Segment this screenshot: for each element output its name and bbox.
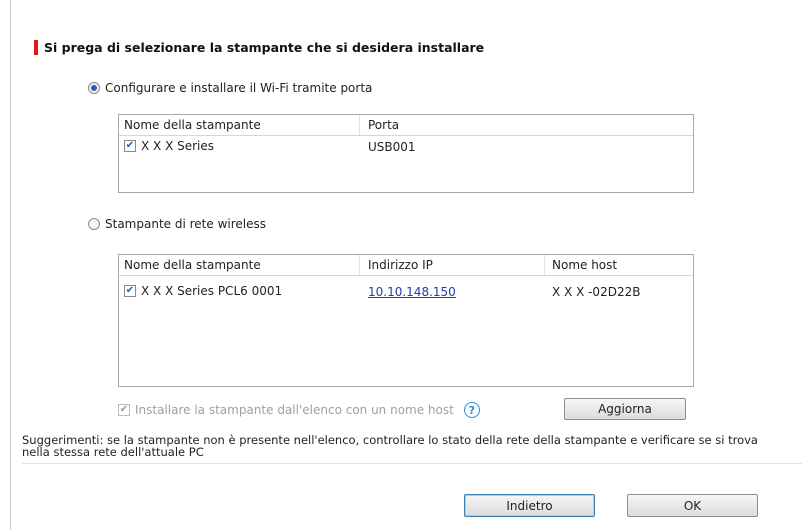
usb-printer-list[interactable]: Nome della stampante Porta ✔ X X X Serie… xyxy=(118,114,694,193)
wireless-row-name-cell: ✔ X X X Series PCL6 0001 xyxy=(124,284,282,298)
table-row[interactable]: ✔ X X X Series PCL6 0001 10.10.148.150 X… xyxy=(119,282,693,302)
ok-button[interactable]: OK xyxy=(627,494,758,517)
usb-row-name-cell: ✔ X X X Series xyxy=(124,139,214,153)
radio-wireless-label: Stampante di rete wireless xyxy=(105,217,266,231)
install-by-hostname-checkbox[interactable]: ✔ xyxy=(118,404,130,416)
back-button[interactable]: Indietro xyxy=(464,494,595,517)
radio-option-wireless[interactable]: Stampante di rete wireless xyxy=(88,217,266,231)
column-separator[interactable] xyxy=(359,115,360,135)
radio-wifi-label: Configurare e installare il Wi-Fi tramit… xyxy=(105,81,373,95)
radio-wifi-indicator[interactable] xyxy=(88,82,100,94)
wireless-row-host-name: X X X -02D22B xyxy=(552,285,641,299)
wireless-printer-list[interactable]: Nome della stampante Indirizzo IP Nome h… xyxy=(118,254,694,387)
divider xyxy=(22,463,802,464)
heading-text: Si prega di selezionare la stampante che… xyxy=(44,39,485,55)
column-separator[interactable] xyxy=(359,255,360,275)
column-separator[interactable] xyxy=(544,255,545,275)
install-by-hostname-option[interactable]: ✔ Installare la stampante dall'elenco co… xyxy=(118,402,480,418)
window-left-border xyxy=(10,0,11,530)
usb-list-header: Nome della stampante Porta xyxy=(119,115,693,136)
col-header-port[interactable]: Porta xyxy=(368,118,399,132)
col-header-ip-address[interactable]: Indirizzo IP xyxy=(368,258,433,272)
col-header-host-name[interactable]: Nome host xyxy=(552,258,617,272)
section-heading: Si prega di selezionare la stampante che… xyxy=(34,38,484,56)
install-by-hostname-label: Installare la stampante dall'elenco con … xyxy=(135,403,454,417)
usb-row-checkbox[interactable]: ✔ xyxy=(124,140,136,152)
radio-option-wifi[interactable]: Configurare e installare il Wi-Fi tramit… xyxy=(88,81,372,95)
table-row[interactable]: ✔ X X X Series USB001 xyxy=(119,137,693,157)
wireless-row-ip-link[interactable]: 10.10.148.150 xyxy=(368,285,456,299)
wireless-row-printer-name: X X X Series PCL6 0001 xyxy=(141,284,283,298)
usb-row-port: USB001 xyxy=(368,140,416,154)
radio-wireless-indicator[interactable] xyxy=(88,218,100,230)
wireless-list-header: Nome della stampante Indirizzo IP Nome h… xyxy=(119,255,693,276)
col-header-printer-name[interactable]: Nome della stampante xyxy=(124,118,261,132)
col-header-printer-name[interactable]: Nome della stampante xyxy=(124,258,261,272)
wireless-row-checkbox[interactable]: ✔ xyxy=(124,285,136,297)
help-icon[interactable]: ? xyxy=(463,402,480,418)
heading-marker xyxy=(34,39,38,55)
refresh-button[interactable]: Aggiorna xyxy=(564,398,686,420)
hint-text: Suggerimenti: se la stampante non è pres… xyxy=(22,433,758,459)
usb-row-printer-name: X X X Series xyxy=(141,139,215,153)
